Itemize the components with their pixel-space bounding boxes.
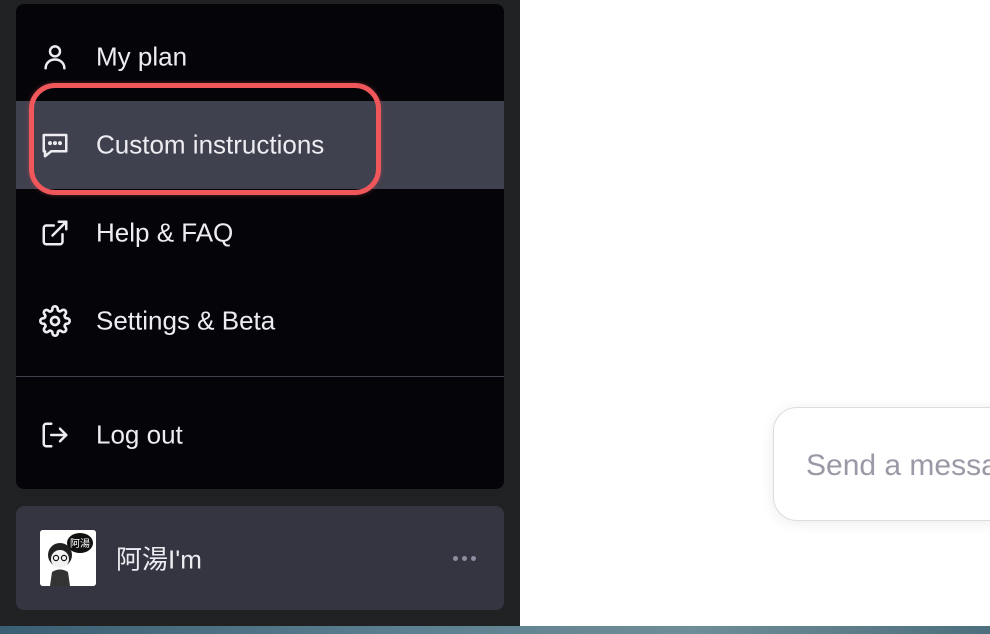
avatar-badge-text: 阿湯 xyxy=(70,537,90,550)
logout-icon xyxy=(39,419,71,451)
menu-item-settings-beta[interactable]: Settings & Beta xyxy=(16,277,504,365)
menu-item-help-faq[interactable]: Help & FAQ xyxy=(16,189,504,277)
menu-item-label: Help & FAQ xyxy=(96,217,234,248)
sidebar: My plan Custom instructions Help & FAQ S… xyxy=(0,0,520,626)
desktop-background xyxy=(0,626,990,634)
menu-item-label: My plan xyxy=(96,41,188,72)
menu-item-log-out[interactable]: Log out xyxy=(16,391,504,479)
more-horizontal-icon[interactable] xyxy=(448,548,480,568)
message-input[interactable] xyxy=(806,448,990,484)
menu-divider xyxy=(16,376,504,377)
user-icon xyxy=(39,41,71,73)
user-menu-button[interactable]: 阿湯 阿湯I'm xyxy=(16,506,504,610)
menu-item-label: Log out xyxy=(96,419,183,450)
external-link-icon xyxy=(39,217,71,249)
avatar: 阿湯 xyxy=(40,530,96,586)
menu-item-custom-instructions[interactable]: Custom instructions xyxy=(16,101,504,189)
gear-icon xyxy=(39,305,71,337)
main-panel xyxy=(520,0,990,626)
chat-bubble-icon xyxy=(39,129,71,161)
message-composer xyxy=(773,407,990,521)
account-menu: My plan Custom instructions Help & FAQ S… xyxy=(16,4,504,489)
menu-item-label: Settings & Beta xyxy=(96,305,276,336)
menu-item-label: Custom instructions xyxy=(96,129,325,160)
user-name: 阿湯I'm xyxy=(116,544,202,575)
menu-item-my-plan[interactable]: My plan xyxy=(16,13,504,101)
